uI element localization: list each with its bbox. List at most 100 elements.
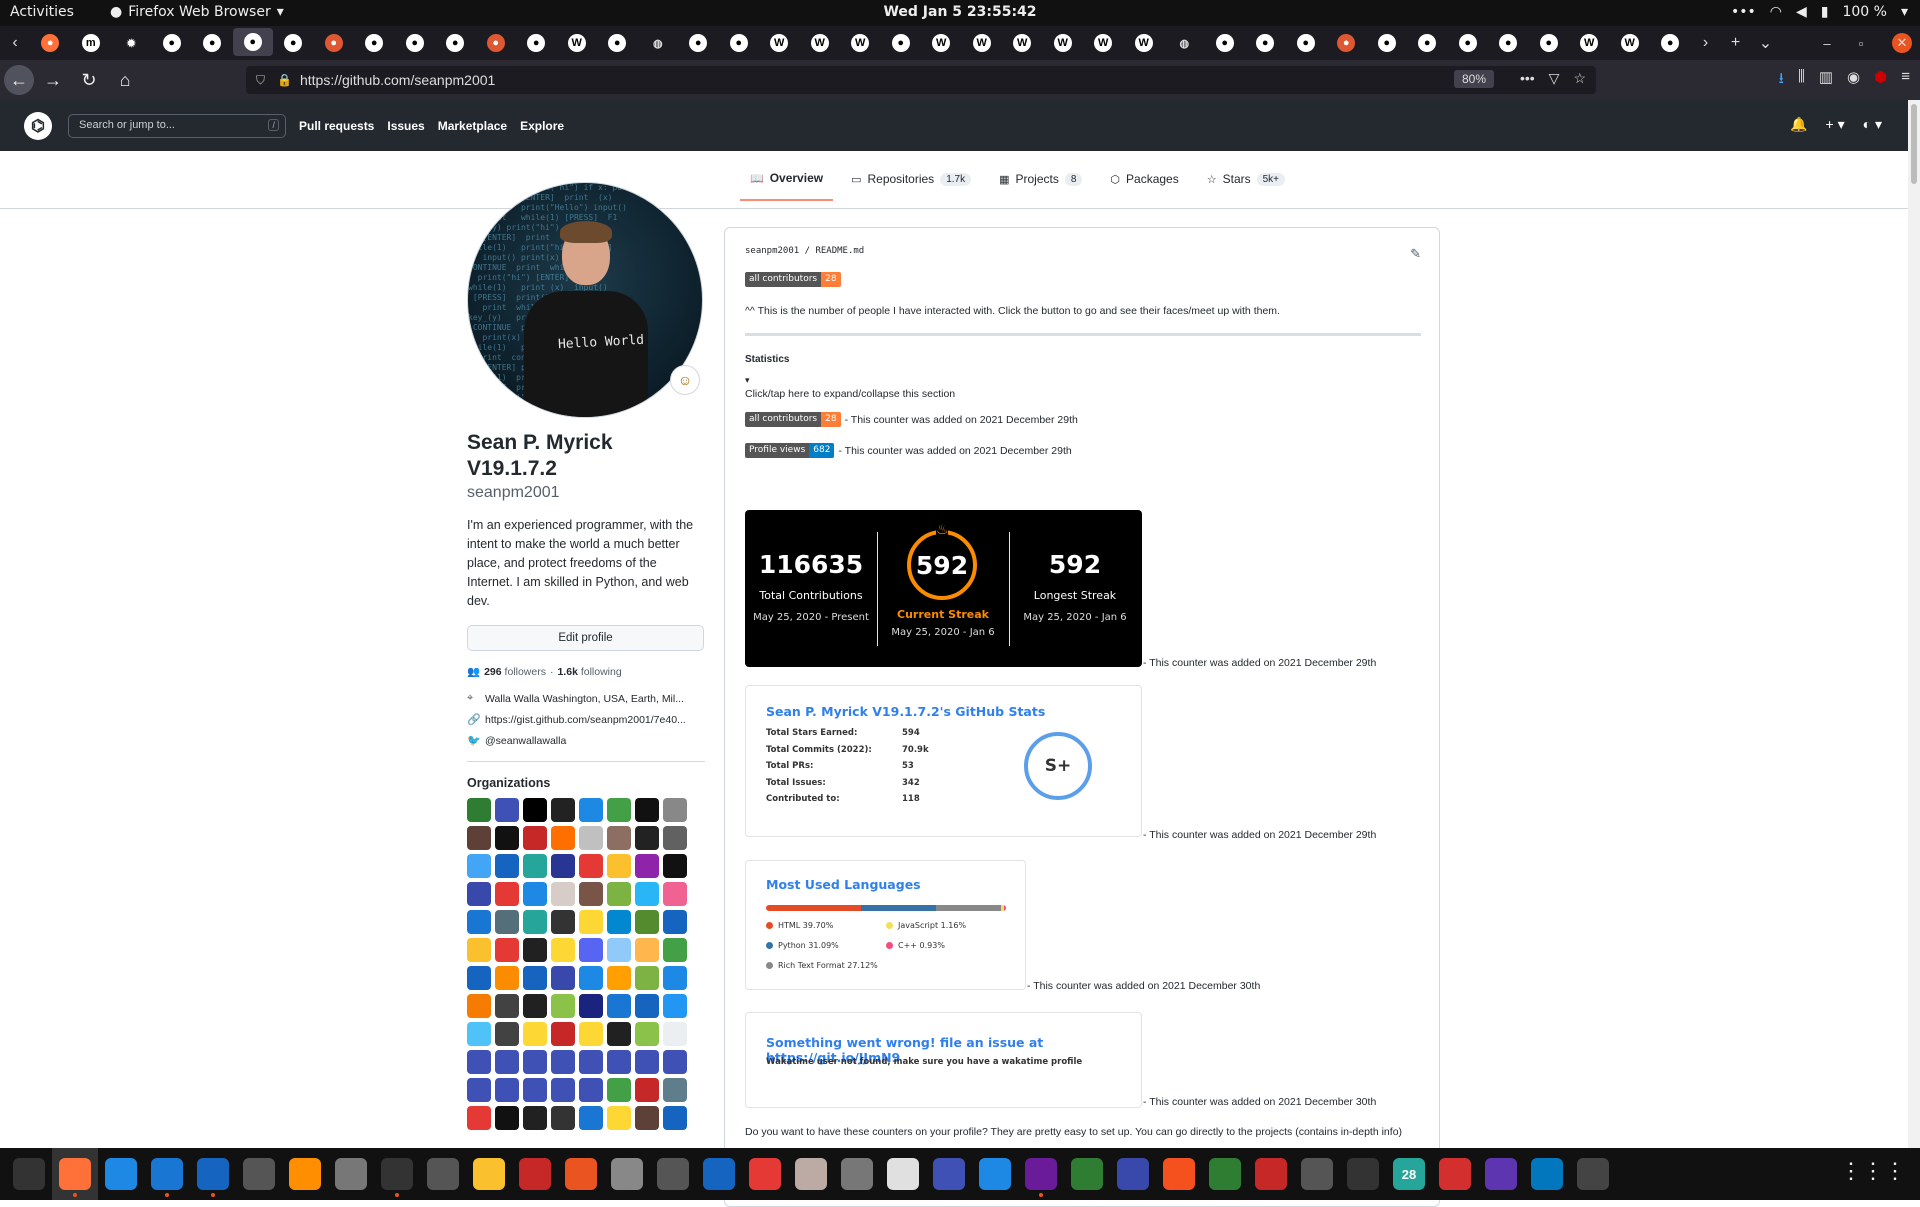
browser-tab-github[interactable]: ● xyxy=(354,26,395,60)
organization-avatar[interactable] xyxy=(579,994,603,1018)
github-stats-card[interactable]: Sean P. Myrick V19.1.7.2's GitHub Stats … xyxy=(745,685,1142,837)
page-scrollbar[interactable] xyxy=(1908,100,1920,1148)
organization-avatar[interactable] xyxy=(663,994,687,1018)
organization-avatar[interactable] xyxy=(467,966,491,990)
pencil-icon[interactable]: ✎ xyxy=(1410,246,1421,262)
browser-tab-github[interactable]: ● xyxy=(1367,26,1408,60)
organization-avatar[interactable] xyxy=(523,798,547,822)
edit-profile-button[interactable]: Edit profile xyxy=(467,625,704,651)
close-window-button[interactable]: ✕ xyxy=(1892,33,1912,53)
account-icon[interactable]: ◉ xyxy=(1847,68,1860,93)
organization-avatar[interactable] xyxy=(579,798,603,822)
notifications-bell-icon[interactable]: 🔔 xyxy=(1790,116,1807,133)
organization-avatar[interactable] xyxy=(663,1022,687,1046)
dock-app-wine[interactable] xyxy=(788,1148,834,1200)
dock-app-music[interactable] xyxy=(1340,1148,1386,1200)
followers-link[interactable]: 296 followers xyxy=(484,666,546,678)
browser-tab-gear[interactable]: ✹ xyxy=(111,26,152,60)
system-tray[interactable]: ••• ◠ ◀ ▮ 100 % ▾ xyxy=(1731,4,1908,20)
organization-avatar[interactable] xyxy=(663,854,687,878)
browser-tab-firefox[interactable]: ● xyxy=(30,26,71,60)
more-icon[interactable]: ••• xyxy=(1731,4,1756,20)
organization-avatar[interactable] xyxy=(551,994,575,1018)
organization-avatar[interactable] xyxy=(663,826,687,850)
organization-avatar[interactable] xyxy=(607,798,631,822)
zoom-level[interactable]: 80% xyxy=(1453,70,1494,88)
organization-avatar[interactable] xyxy=(663,938,687,962)
dock-app-calendar[interactable]: 28 xyxy=(1386,1148,1432,1200)
organization-avatar[interactable] xyxy=(579,910,603,934)
nav-pull-requests[interactable]: Pull requests xyxy=(299,119,374,133)
profile-website[interactable]: 🔗 https://gist.github.com/seanpm2001/7e4… xyxy=(467,713,705,727)
organization-avatar[interactable] xyxy=(579,826,603,850)
organization-avatar[interactable] xyxy=(635,882,659,906)
organization-avatar[interactable] xyxy=(495,882,519,906)
organization-avatar[interactable] xyxy=(523,994,547,1018)
all-contributors-badge[interactable]: all contributors 28 xyxy=(745,412,841,427)
organization-avatar[interactable] xyxy=(551,1106,575,1130)
dock-app-settings[interactable] xyxy=(236,1148,282,1200)
avatar[interactable]: print("hi") print("hi") if x: pass while… xyxy=(467,182,703,418)
organization-avatar[interactable] xyxy=(635,910,659,934)
dock-app-obs[interactable] xyxy=(1478,1148,1524,1200)
organization-avatar[interactable] xyxy=(495,938,519,962)
restore-button[interactable]: ▫ xyxy=(1844,26,1878,60)
tab-packages[interactable]: ⬡ Packages xyxy=(1100,165,1188,201)
minimize-button[interactable]: – xyxy=(1810,26,1844,60)
dock-app-files[interactable] xyxy=(328,1148,374,1200)
organization-avatar[interactable] xyxy=(551,798,575,822)
dock-app-todo[interactable] xyxy=(1018,1148,1064,1200)
organization-avatar[interactable] xyxy=(663,966,687,990)
tab-scroll-left-button[interactable]: ‹ xyxy=(0,26,30,60)
dock-app-text-editor[interactable] xyxy=(98,1148,144,1200)
organization-avatar[interactable] xyxy=(607,1106,631,1130)
dock-app-camera[interactable] xyxy=(650,1148,696,1200)
browser-tab-github[interactable]: ● xyxy=(1245,26,1286,60)
organization-avatar[interactable] xyxy=(607,994,631,1018)
browser-tab-github[interactable]: ● xyxy=(435,26,476,60)
browser-tab-github[interactable]: ● xyxy=(719,26,760,60)
browser-tab-wiki[interactable]: W xyxy=(800,26,841,60)
organization-avatar[interactable] xyxy=(635,854,659,878)
dock-app-store[interactable] xyxy=(558,1148,604,1200)
browser-tab-github[interactable]: ● xyxy=(1650,26,1691,60)
browser-tab-wiki[interactable]: W xyxy=(921,26,962,60)
downloads-icon[interactable]: ⭳ xyxy=(1779,68,1784,93)
organization-avatar[interactable] xyxy=(495,966,519,990)
organization-avatar[interactable] xyxy=(607,910,631,934)
reload-button[interactable]: ↻ xyxy=(72,64,106,96)
dock-app-scanner[interactable] xyxy=(926,1148,972,1200)
organization-avatar[interactable] xyxy=(579,854,603,878)
forward-button[interactable]: → xyxy=(36,64,70,96)
tab-overview[interactable]: 📖 Overview xyxy=(740,165,834,201)
organization-avatar[interactable] xyxy=(663,882,687,906)
organization-avatar[interactable] xyxy=(579,882,603,906)
browser-tab-github[interactable]: ● xyxy=(1488,26,1529,60)
organization-avatar[interactable] xyxy=(523,966,547,990)
organization-avatar[interactable] xyxy=(607,938,631,962)
organization-avatar[interactable] xyxy=(523,938,547,962)
browser-tab-github[interactable]: ● xyxy=(516,26,557,60)
website-link[interactable]: https://gist.github.com/seanpm2001/7e40.… xyxy=(485,714,686,726)
dock-app-disk[interactable] xyxy=(834,1148,880,1200)
browser-tab-github[interactable]: ● xyxy=(881,26,922,60)
sidebar-icon[interactable]: ▥ xyxy=(1819,68,1833,93)
organization-avatar[interactable] xyxy=(635,1106,659,1130)
browser-tab-github[interactable]: ● xyxy=(273,26,314,60)
following-link[interactable]: 1.6k following xyxy=(557,666,621,678)
organization-avatar[interactable] xyxy=(579,938,603,962)
browser-tab-wiki[interactable]: W xyxy=(1083,26,1124,60)
organization-avatar[interactable] xyxy=(551,938,575,962)
browser-tab-globe[interactable]: ◍ xyxy=(638,26,679,60)
organization-avatar[interactable] xyxy=(551,1078,575,1102)
organization-avatar[interactable] xyxy=(607,854,631,878)
browser-tab-wiki[interactable]: W xyxy=(962,26,1003,60)
scrollbar-thumb[interactable] xyxy=(1911,104,1917,184)
page-actions-icon[interactable]: ••• xyxy=(1520,70,1535,87)
dock-app-gimp[interactable] xyxy=(420,1148,466,1200)
readme-owner-link[interactable]: seanpm2001 xyxy=(745,246,799,256)
ublock-icon[interactable]: ⬢ xyxy=(1874,68,1887,93)
browser-tab-wiki[interactable]: W xyxy=(1610,26,1651,60)
browser-tab-github[interactable]: ● xyxy=(1448,26,1489,60)
organization-avatar[interactable] xyxy=(467,1106,491,1130)
